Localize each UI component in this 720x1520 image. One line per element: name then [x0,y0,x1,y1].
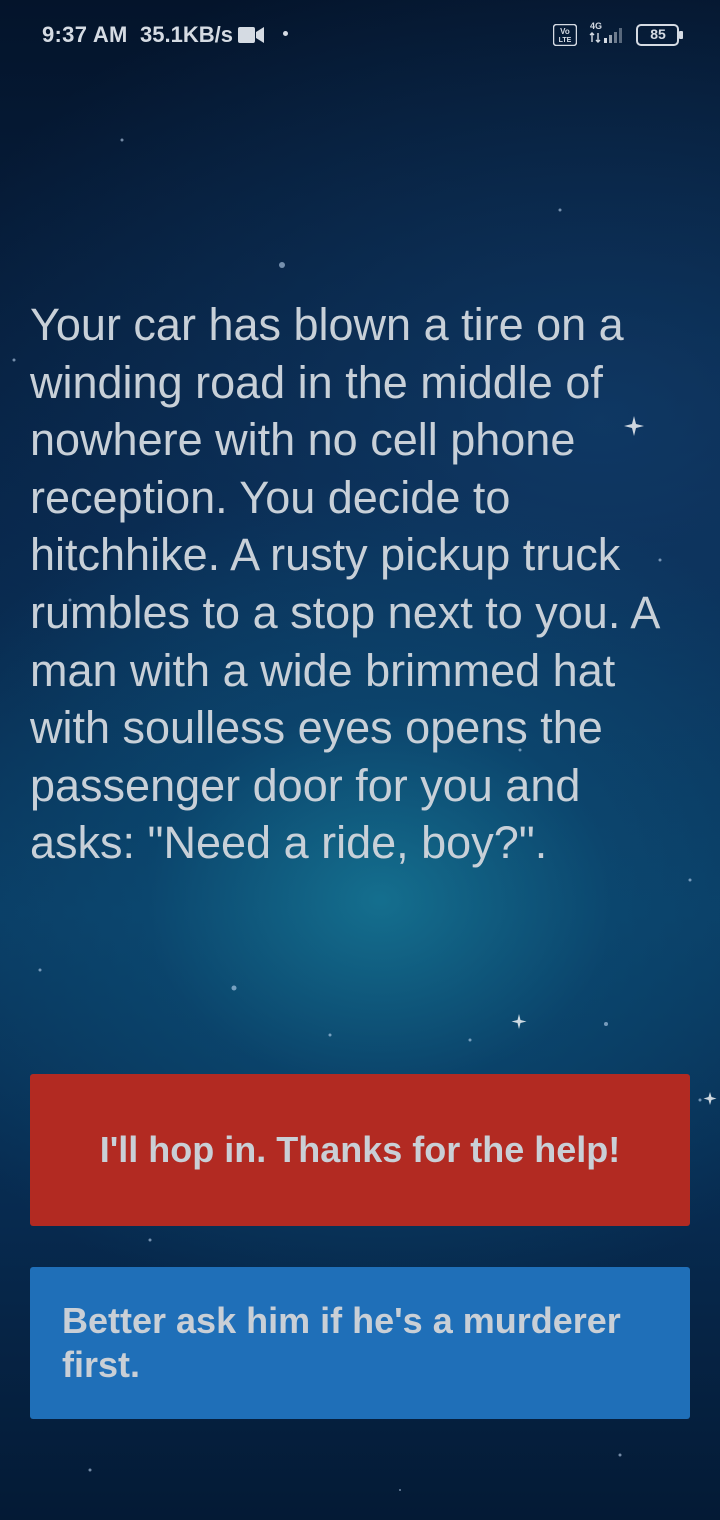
video-camera-icon [238,27,264,43]
battery-level: 85 [650,26,666,42]
svg-text:4G: 4G [590,21,602,31]
choice-ask-murderer-button[interactable]: Better ask him if he's a murderer first. [30,1267,690,1419]
svg-text:LTE: LTE [559,37,572,44]
status-time: 9:37 AM [42,22,128,47]
signal-strength-icon: 4G [589,21,622,43]
status-bar: 9:37 AM 35.1KB/s Vo LTE 4G 85 [0,0,720,70]
story-text: Your car has blown a tire on a winding r… [30,299,658,869]
svg-text:Vo: Vo [560,27,570,36]
app-screen: 9:37 AM 35.1KB/s Vo LTE 4G 85 Your car h… [0,0,720,1520]
notification-dot [283,31,288,36]
choice-label: I'll hop in. Thanks for the help! [99,1129,621,1170]
choice-hop-in-button[interactable]: I'll hop in. Thanks for the help! [30,1074,690,1226]
network-speed: 35.1KB/s [140,22,233,47]
volte-icon: Vo LTE [553,24,577,46]
choice-label: Better ask him if he's a murderer first. [62,1300,621,1385]
